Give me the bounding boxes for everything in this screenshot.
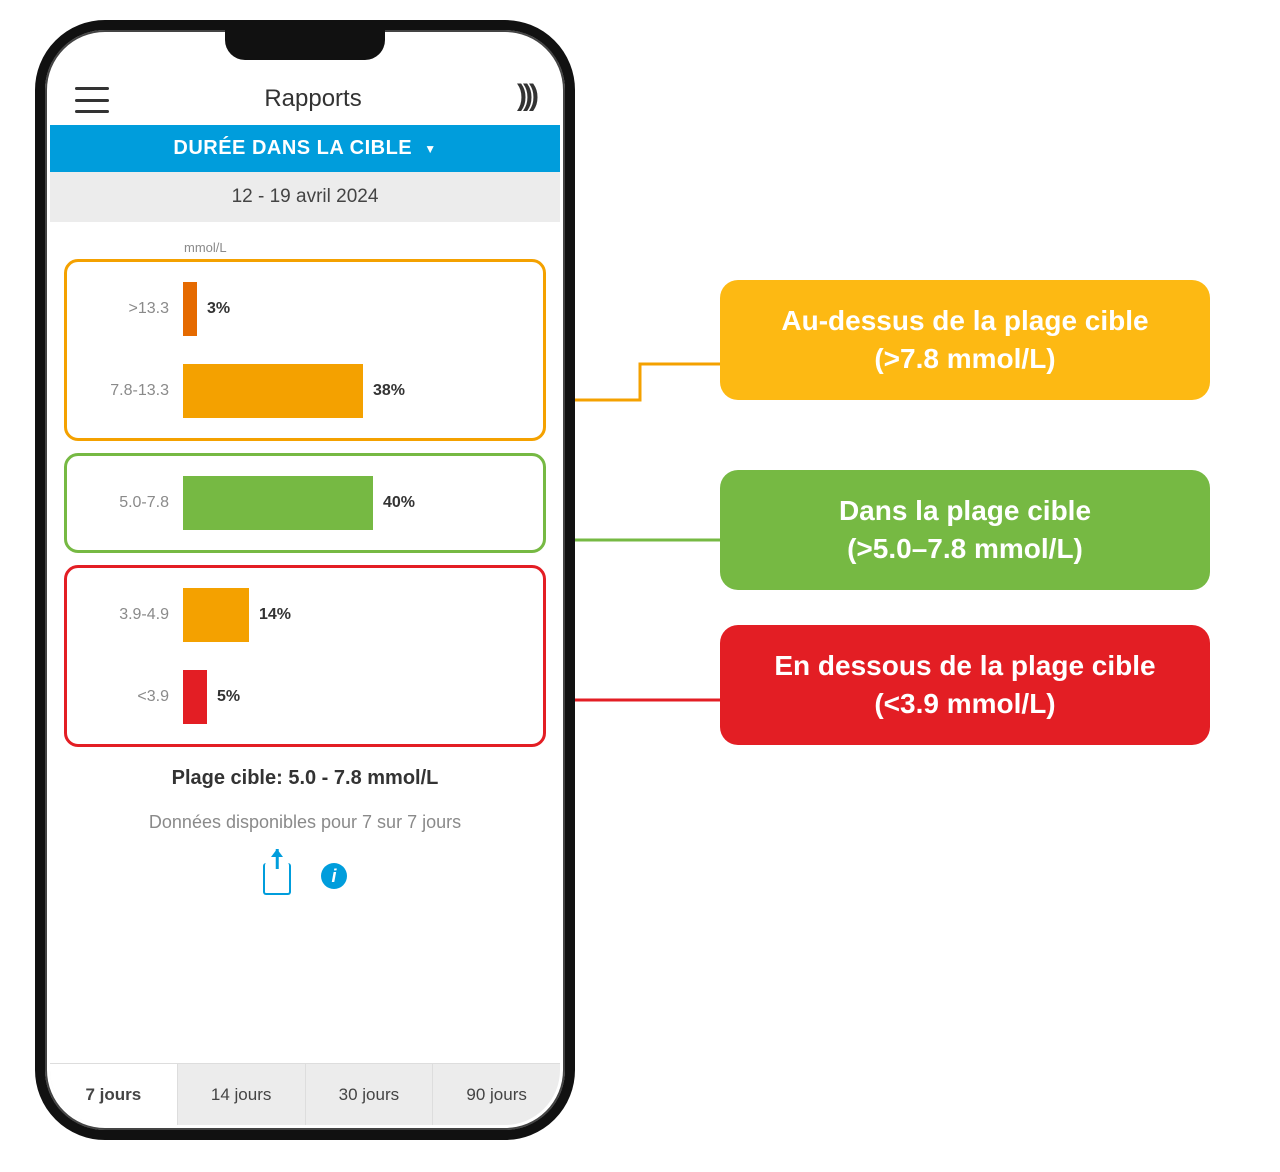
period-tabs: 7 jours 14 jours 30 jours 90 jours xyxy=(50,1063,560,1125)
info-icon[interactable]: i xyxy=(321,863,347,889)
phone-notch xyxy=(225,30,385,60)
phone-frame: Rapports ))) DURÉE DANS LA CIBLE ▼ 12 - … xyxy=(35,20,575,1140)
stage: Rapports ))) DURÉE DANS LA CIBLE ▼ 12 - … xyxy=(0,0,1280,1172)
callout-line2: (>5.0–7.8 mmol/L) xyxy=(738,530,1192,568)
bar-pct: 38% xyxy=(373,382,405,400)
range-box-above: >13.3 3% 7.8-13.3 38% xyxy=(64,259,546,441)
bar-low xyxy=(183,588,249,642)
bar-row-very-low: <3.9 5% xyxy=(73,656,537,738)
bar-label: >13.3 xyxy=(73,300,183,318)
bar-pct: 14% xyxy=(259,606,291,624)
menu-icon[interactable] xyxy=(75,87,109,113)
range-box-in: 5.0-7.8 40% xyxy=(64,453,546,553)
bar-label: 3.9-4.9 xyxy=(73,606,183,624)
bar-track: 38% xyxy=(183,364,537,418)
report-type-dropdown[interactable]: DURÉE DANS LA CIBLE ▼ xyxy=(50,125,560,172)
tab-7-days[interactable]: 7 jours xyxy=(50,1064,178,1125)
bar-very-low xyxy=(183,670,207,724)
range-box-below: 3.9-4.9 14% <3.9 5% xyxy=(64,565,546,747)
bar-pct: 40% xyxy=(383,494,415,512)
bar-track: 14% xyxy=(183,588,537,642)
callout-line2: (>7.8 mmol/L) xyxy=(738,340,1192,378)
bar-track: 40% xyxy=(183,476,537,530)
chevron-down-icon: ▼ xyxy=(424,142,436,156)
tab-14-days[interactable]: 14 jours xyxy=(178,1064,306,1125)
tab-30-days[interactable]: 30 jours xyxy=(306,1064,434,1125)
data-availability-text: Données disponibles pour 7 sur 7 jours xyxy=(64,812,546,833)
callout-line1: En dessous de la plage cible xyxy=(738,647,1192,685)
nfc-icon[interactable]: ))) xyxy=(517,79,535,113)
callout-above-range: Au-dessus de la plage cible (>7.8 mmol/L… xyxy=(720,280,1210,400)
unit-label: mmol/L xyxy=(184,240,546,255)
bar-pct: 5% xyxy=(217,688,240,706)
bar-row-low: 3.9-4.9 14% xyxy=(73,574,537,656)
share-icon[interactable] xyxy=(263,863,291,895)
dropdown-label: DURÉE DANS LA CIBLE xyxy=(173,137,412,159)
callout-line2: (<3.9 mmol/L) xyxy=(738,685,1192,723)
bar-track: 3% xyxy=(183,282,537,336)
bar-track: 5% xyxy=(183,670,537,724)
page-title: Rapports xyxy=(109,85,517,113)
bar-pct: 3% xyxy=(207,300,230,318)
bar-label: 5.0-7.8 xyxy=(73,494,183,512)
date-range-label: 12 - 19 avril 2024 xyxy=(50,172,560,222)
bar-row-high: 7.8-13.3 38% xyxy=(73,350,537,432)
chart-area: mmol/L >13.3 3% 7.8-13.3 38 xyxy=(50,222,560,1063)
callout-line1: Dans la plage cible xyxy=(738,492,1192,530)
phone-screen: Rapports ))) DURÉE DANS LA CIBLE ▼ 12 - … xyxy=(50,35,560,1125)
bar-label: <3.9 xyxy=(73,688,183,706)
bar-very-high xyxy=(183,282,197,336)
bar-in-range xyxy=(183,476,373,530)
action-row: i xyxy=(64,863,546,895)
bar-row-in-range: 5.0-7.8 40% xyxy=(73,462,537,544)
bar-high xyxy=(183,364,363,418)
callout-line1: Au-dessus de la plage cible xyxy=(738,302,1192,340)
target-range-text: Plage cible: 5.0 - 7.8 mmol/L xyxy=(64,767,546,790)
bar-label: 7.8-13.3 xyxy=(73,382,183,400)
bar-row-very-high: >13.3 3% xyxy=(73,268,537,350)
callout-in-range: Dans la plage cible (>5.0–7.8 mmol/L) xyxy=(720,470,1210,590)
callout-below-range: En dessous de la plage cible (<3.9 mmol/… xyxy=(720,625,1210,745)
tab-90-days[interactable]: 90 jours xyxy=(433,1064,560,1125)
